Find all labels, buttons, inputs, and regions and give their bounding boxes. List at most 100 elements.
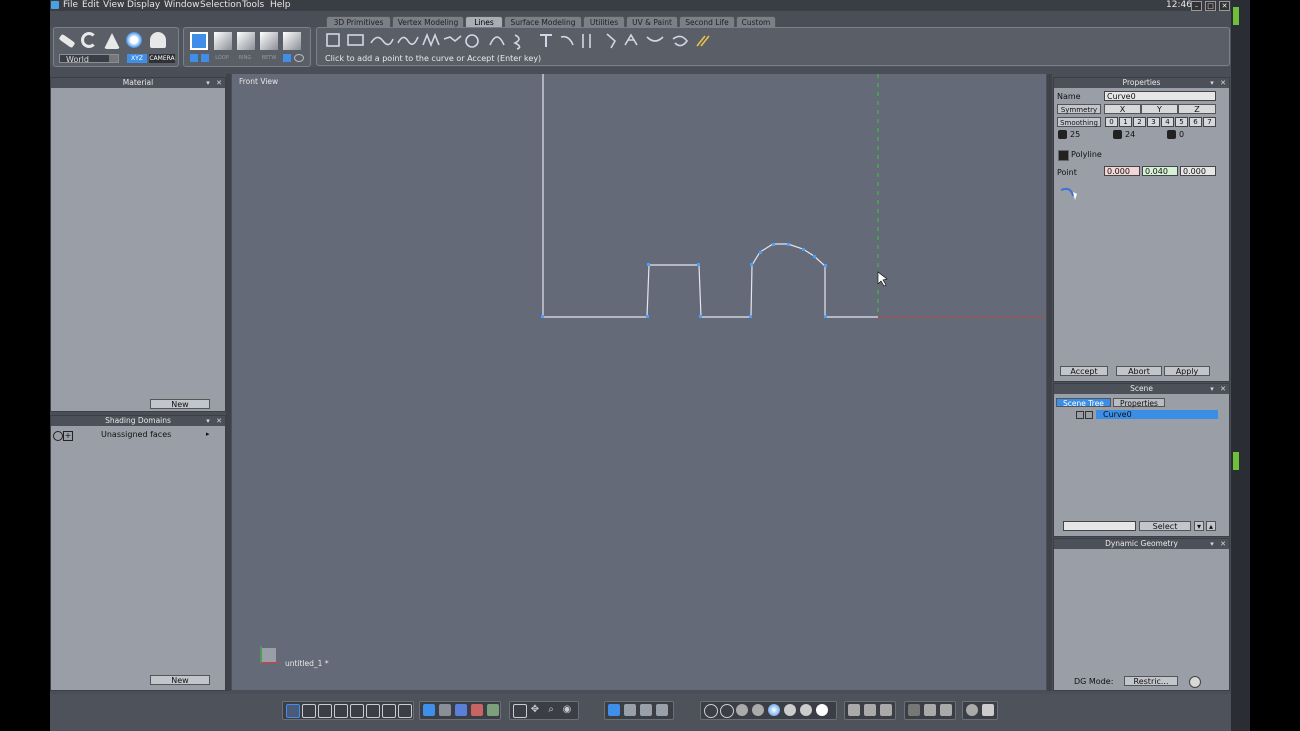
layout-three-b-icon[interactable]	[350, 704, 364, 718]
vertex-mode-icon[interactable]	[260, 32, 278, 50]
menu-file[interactable]: File	[63, 0, 78, 11]
face-mode-icon[interactable]	[214, 32, 232, 50]
minimize-button[interactable]: –	[1191, 1, 1202, 11]
wireframe-sphere-icon[interactable]	[704, 704, 718, 718]
chevron-up-icon[interactable]: ▴	[1206, 521, 1216, 531]
layout-vertical-icon[interactable]	[366, 704, 380, 718]
select-button[interactable]: Select	[1139, 521, 1191, 531]
screenshot-icon[interactable]	[982, 704, 994, 716]
group-icon[interactable]	[924, 704, 936, 716]
shading-domain-item[interactable]: Unassigned faces	[101, 430, 171, 439]
menu-selection[interactable]: Selection	[200, 0, 241, 11]
normals-icon[interactable]	[880, 704, 892, 716]
edge-mode-icon[interactable]	[237, 32, 255, 50]
layout-single-icon[interactable]	[286, 704, 300, 718]
close-icon[interactable]: ✕	[1219, 79, 1227, 87]
point-mode-icon[interactable]	[283, 32, 301, 50]
camera-view-icon[interactable]	[439, 704, 451, 716]
scene-item-curve0[interactable]: Curve0	[1096, 410, 1218, 419]
shading-new-button[interactable]: New	[150, 675, 210, 685]
material-new-button[interactable]: New	[150, 399, 210, 409]
smooth-level-5[interactable]: 5	[1175, 117, 1188, 127]
move-icon[interactable]	[624, 704, 636, 716]
smoothing-button[interactable]: Smoothing	[1057, 117, 1101, 127]
close-icon[interactable]: ✕	[1219, 385, 1227, 393]
smooth-level-4[interactable]: 4	[1161, 117, 1174, 127]
layout-split-icon[interactable]	[318, 704, 332, 718]
zoom-icon[interactable]: ⌕	[545, 704, 557, 716]
space-select[interactable]: World	[59, 54, 119, 64]
backface-icon[interactable]	[848, 704, 860, 716]
fit-view-icon[interactable]	[513, 704, 527, 718]
apply-button[interactable]: Apply	[1164, 366, 1210, 376]
front-viewport[interactable]: Front View untitled_1 *	[232, 74, 1046, 690]
viewport-canvas[interactable]	[232, 74, 1046, 690]
flat-sphere-icon[interactable]	[736, 704, 748, 716]
layout-columns-icon[interactable]	[398, 704, 412, 718]
scene-filter-input[interactable]	[1063, 521, 1136, 531]
lit-sphere-icon[interactable]	[784, 704, 796, 716]
snap-icon[interactable]	[608, 704, 620, 716]
point-y-field[interactable]: 0.040	[1142, 166, 1178, 176]
layout-three-icon[interactable]	[334, 704, 348, 718]
ring-button[interactable]: RING	[236, 54, 254, 62]
maximize-button[interactable]: □	[1205, 1, 1216, 11]
menu-help[interactable]: Help	[270, 0, 291, 11]
symmetry-y-button[interactable]: Y	[1141, 104, 1178, 114]
select-sub-icon[interactable]	[190, 54, 198, 62]
left-splitter[interactable]	[226, 74, 231, 691]
accept-button[interactable]: Accept	[1060, 366, 1108, 376]
smooth-sphere-icon[interactable]	[752, 704, 764, 716]
rotate-tool-icon[interactable]	[81, 32, 97, 48]
chevron-down-icon[interactable]: ▾	[1194, 521, 1204, 531]
lines-tool-icons[interactable]	[325, 31, 725, 51]
between-button[interactable]: BETW	[259, 54, 279, 62]
table-view-icon[interactable]	[487, 704, 499, 716]
smooth-level-2[interactable]: 2	[1133, 117, 1146, 127]
right-splitter[interactable]	[1047, 74, 1052, 691]
pick-point-icon[interactable]	[1059, 186, 1081, 202]
layout-quad-icon[interactable]	[302, 704, 316, 718]
grid-view-icon[interactable]	[471, 704, 483, 716]
layout-horizontal-icon[interactable]	[382, 704, 396, 718]
object-mode-icon[interactable]	[908, 704, 920, 716]
panel-menu-icon[interactable]: ▾	[204, 79, 212, 87]
select-circle-icon[interactable]	[294, 54, 304, 62]
tab-scene-properties[interactable]: Properties	[1113, 398, 1165, 408]
tab-scene-tree[interactable]: Scene Tree	[1056, 398, 1111, 408]
dg-toggle-icon[interactable]	[1189, 676, 1201, 688]
render-icon[interactable]	[966, 704, 978, 716]
menu-window[interactable]: Window	[164, 0, 200, 11]
pivot-icon[interactable]	[640, 704, 652, 716]
symmetry-z-button[interactable]: Z	[1178, 104, 1216, 114]
dg-mode-select[interactable]: Restric...	[1124, 676, 1178, 686]
menu-view[interactable]: View	[103, 0, 124, 11]
view-mode-icon[interactable]	[423, 704, 435, 716]
smooth-level-7[interactable]: 7	[1203, 117, 1216, 127]
orbit-icon[interactable]: ◉	[561, 704, 573, 716]
loop-button[interactable]: LOOP	[213, 54, 231, 62]
close-icon[interactable]: ✕	[215, 417, 223, 425]
smooth-level-6[interactable]: 6	[1189, 117, 1202, 127]
panel-menu-icon[interactable]: ▾	[1208, 79, 1216, 87]
object-mode-icon[interactable]	[190, 32, 208, 50]
add-icon[interactable]: +	[63, 431, 73, 441]
point-z-field[interactable]: 0.000	[1180, 166, 1216, 176]
polyline-icon[interactable]	[1058, 150, 1069, 161]
menu-display[interactable]: Display	[127, 0, 160, 11]
pan-icon[interactable]: ✥	[529, 704, 541, 716]
visibility-icon[interactable]	[1085, 411, 1093, 419]
panel-menu-icon[interactable]: ▾	[1208, 540, 1216, 548]
lock-icon[interactable]	[1076, 411, 1084, 419]
symmetry-button[interactable]: Symmetry	[1057, 104, 1101, 114]
close-icon[interactable]: ✕	[1219, 540, 1227, 548]
textured-sphere-icon[interactable]	[768, 704, 780, 716]
xray-icon[interactable]	[864, 704, 876, 716]
xyz-toggle[interactable]: XYZ	[127, 54, 147, 63]
chevron-right-icon[interactable]: ▸	[206, 430, 210, 438]
camera-tool-icon[interactable]	[150, 32, 166, 48]
symmetry-x-button[interactable]: X	[1104, 104, 1141, 114]
refresh-icon[interactable]	[53, 431, 63, 441]
close-window-button[interactable]: ✕	[1219, 1, 1230, 11]
hidden-line-sphere-icon[interactable]	[720, 704, 734, 718]
